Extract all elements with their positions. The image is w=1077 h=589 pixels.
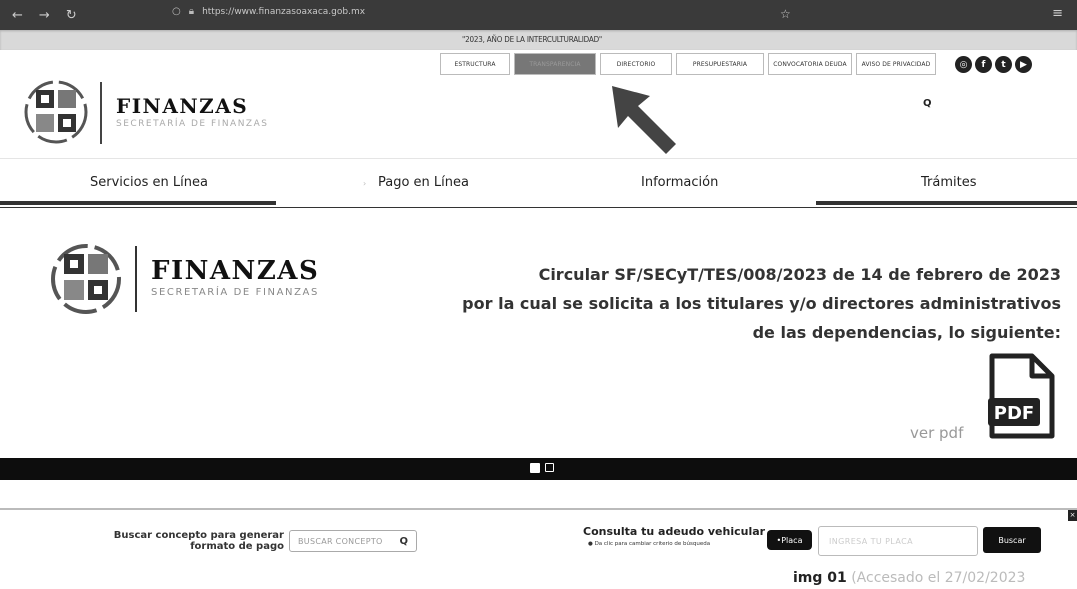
finanzas-logo-large: [51, 244, 121, 314]
pdf-icon[interactable]: PDF: [986, 352, 1058, 440]
circular-text: Circular SF/SECyT/TES/008/2023 de 14 de …: [462, 260, 1061, 347]
brand-small[interactable]: FINANZAS SECRETARÍA DE FINANZAS: [100, 82, 268, 144]
brand-large-title: FINANZAS: [151, 256, 320, 286]
caption-bold: img 01: [793, 570, 847, 586]
main-nav: Servicios en Línea › Pago en Línea Infor…: [0, 158, 1077, 209]
brand-large: FINANZAS SECRETARÍA DE FINANZAS: [135, 246, 319, 312]
youtube-icon[interactable]: ▶: [1015, 56, 1032, 73]
placa-toggle-button[interactable]: • Placa: [767, 530, 812, 550]
nav-indicator: [0, 201, 276, 205]
year-banner-text: "2023, AÑO DE LA INTERCULTURALIDAD": [462, 35, 603, 44]
browser-toolbar: ← → ↻ ○ 🔒︎ https://www.finanzasoaxaca.go…: [0, 0, 1077, 30]
consulta-subtitle-text: Da clic para cambiar criterio de búsqued…: [594, 541, 711, 547]
slide-dot-2[interactable]: [545, 463, 554, 472]
consulta-subtitle: ● Da clic para cambiar criterio de búsqu…: [588, 541, 711, 547]
shield-icon: ○: [172, 6, 181, 17]
url-text[interactable]: https://www.finanzasoaxaca.gob.mx: [202, 7, 365, 17]
forward-icon[interactable]: →: [39, 8, 50, 23]
ver-pdf-link[interactable]: ver pdf: [910, 424, 963, 442]
nav-servicios-en-linea[interactable]: Servicios en Línea: [90, 175, 208, 190]
circular-line-1: Circular SF/SECyT/TES/008/2023 de 14 de …: [538, 265, 1061, 284]
twitter-icon[interactable]: t: [995, 56, 1012, 73]
buscar-concepto-input[interactable]: BUSCAR CONCEPTO Q: [289, 530, 417, 552]
close-icon[interactable]: ×: [1068, 510, 1077, 521]
image-caption: img 01 (Accesado el 27/02/2023: [793, 570, 1025, 586]
nav-arrow-icon: ›: [363, 179, 367, 188]
brand-subtitle: SECRETARÍA DE FINANZAS: [116, 119, 269, 129]
nav-informacion[interactable]: Información: [641, 175, 718, 190]
address-bar[interactable]: ○ 🔒︎ https://www.finanzasoaxaca.gob.mx: [172, 6, 365, 17]
placa-button-label: Placa: [781, 535, 803, 545]
pdf-label: PDF: [994, 403, 1034, 424]
annotation-arrow-icon: [612, 86, 676, 154]
buscar-concepto-label: Buscar concepto para generar formato de …: [113, 530, 284, 552]
facebook-icon[interactable]: f: [975, 56, 992, 73]
site-search[interactable]: Q: [923, 96, 1063, 110]
circular-line-2: por la cual se solicita a los titulares …: [462, 294, 1061, 313]
top-nav-estructura[interactable]: ESTRUCTURA: [440, 53, 510, 75]
top-nav-presupuestaria[interactable]: PRESUPUESTARIA: [676, 53, 764, 75]
buscar-concepto-placeholder: BUSCAR CONCEPTO: [298, 536, 383, 546]
slide-dot-1[interactable]: [530, 463, 540, 473]
consulta-title: Consulta tu adeudo vehicular: [583, 525, 766, 538]
nav-tramites[interactable]: Trámites: [921, 175, 977, 190]
brand-large-subtitle: SECRETARÍA DE FINANZAS: [151, 287, 319, 298]
finanzas-logo[interactable]: [22, 76, 90, 148]
slider-pagination: [0, 458, 1077, 480]
back-icon[interactable]: ←: [12, 8, 23, 23]
top-nav-convocatoria-deuda[interactable]: CONVOCATORIA DEUDA: [768, 53, 852, 75]
instagram-icon[interactable]: ◎: [955, 56, 972, 73]
nav-indicator: [816, 201, 1077, 205]
buscar-button[interactable]: Buscar: [983, 527, 1041, 553]
quick-tools: × Buscar concepto para generar formato d…: [0, 508, 1077, 560]
brand-title: FINANZAS: [116, 94, 249, 118]
top-nav-transparencia[interactable]: TRANSPARENCIA: [514, 53, 596, 75]
year-banner: "2023, AÑO DE LA INTERCULTURALIDAD": [0, 30, 1077, 50]
search-icon[interactable]: Q: [923, 98, 932, 109]
placa-placeholder: INGRESA TU PLACA: [829, 536, 913, 546]
lock-icon: 🔒︎: [188, 6, 195, 17]
circular-line-3: de las dependencias, lo siguiente:: [752, 323, 1061, 342]
placa-input[interactable]: INGRESA TU PLACA: [818, 526, 978, 556]
top-nav-aviso-privacidad[interactable]: AVISO DE PRIVACIDAD: [856, 53, 936, 75]
social-links: ◎ f t ▶: [955, 56, 1032, 73]
menu-icon[interactable]: ≡: [1052, 6, 1063, 21]
nav-pago-en-linea[interactable]: Pago en Línea: [378, 175, 469, 190]
top-nav-directorio[interactable]: DIRECTORIO: [600, 53, 672, 75]
search-icon[interactable]: Q: [399, 536, 408, 547]
caption-rest: (Accesado el 27/02/2023: [846, 570, 1026, 586]
bookmark-star-icon[interactable]: ☆: [780, 7, 791, 21]
top-nav: ESTRUCTURA TRANSPARENCIA DIRECTORIO PRES…: [440, 53, 940, 75]
reload-icon[interactable]: ↻: [66, 8, 77, 23]
